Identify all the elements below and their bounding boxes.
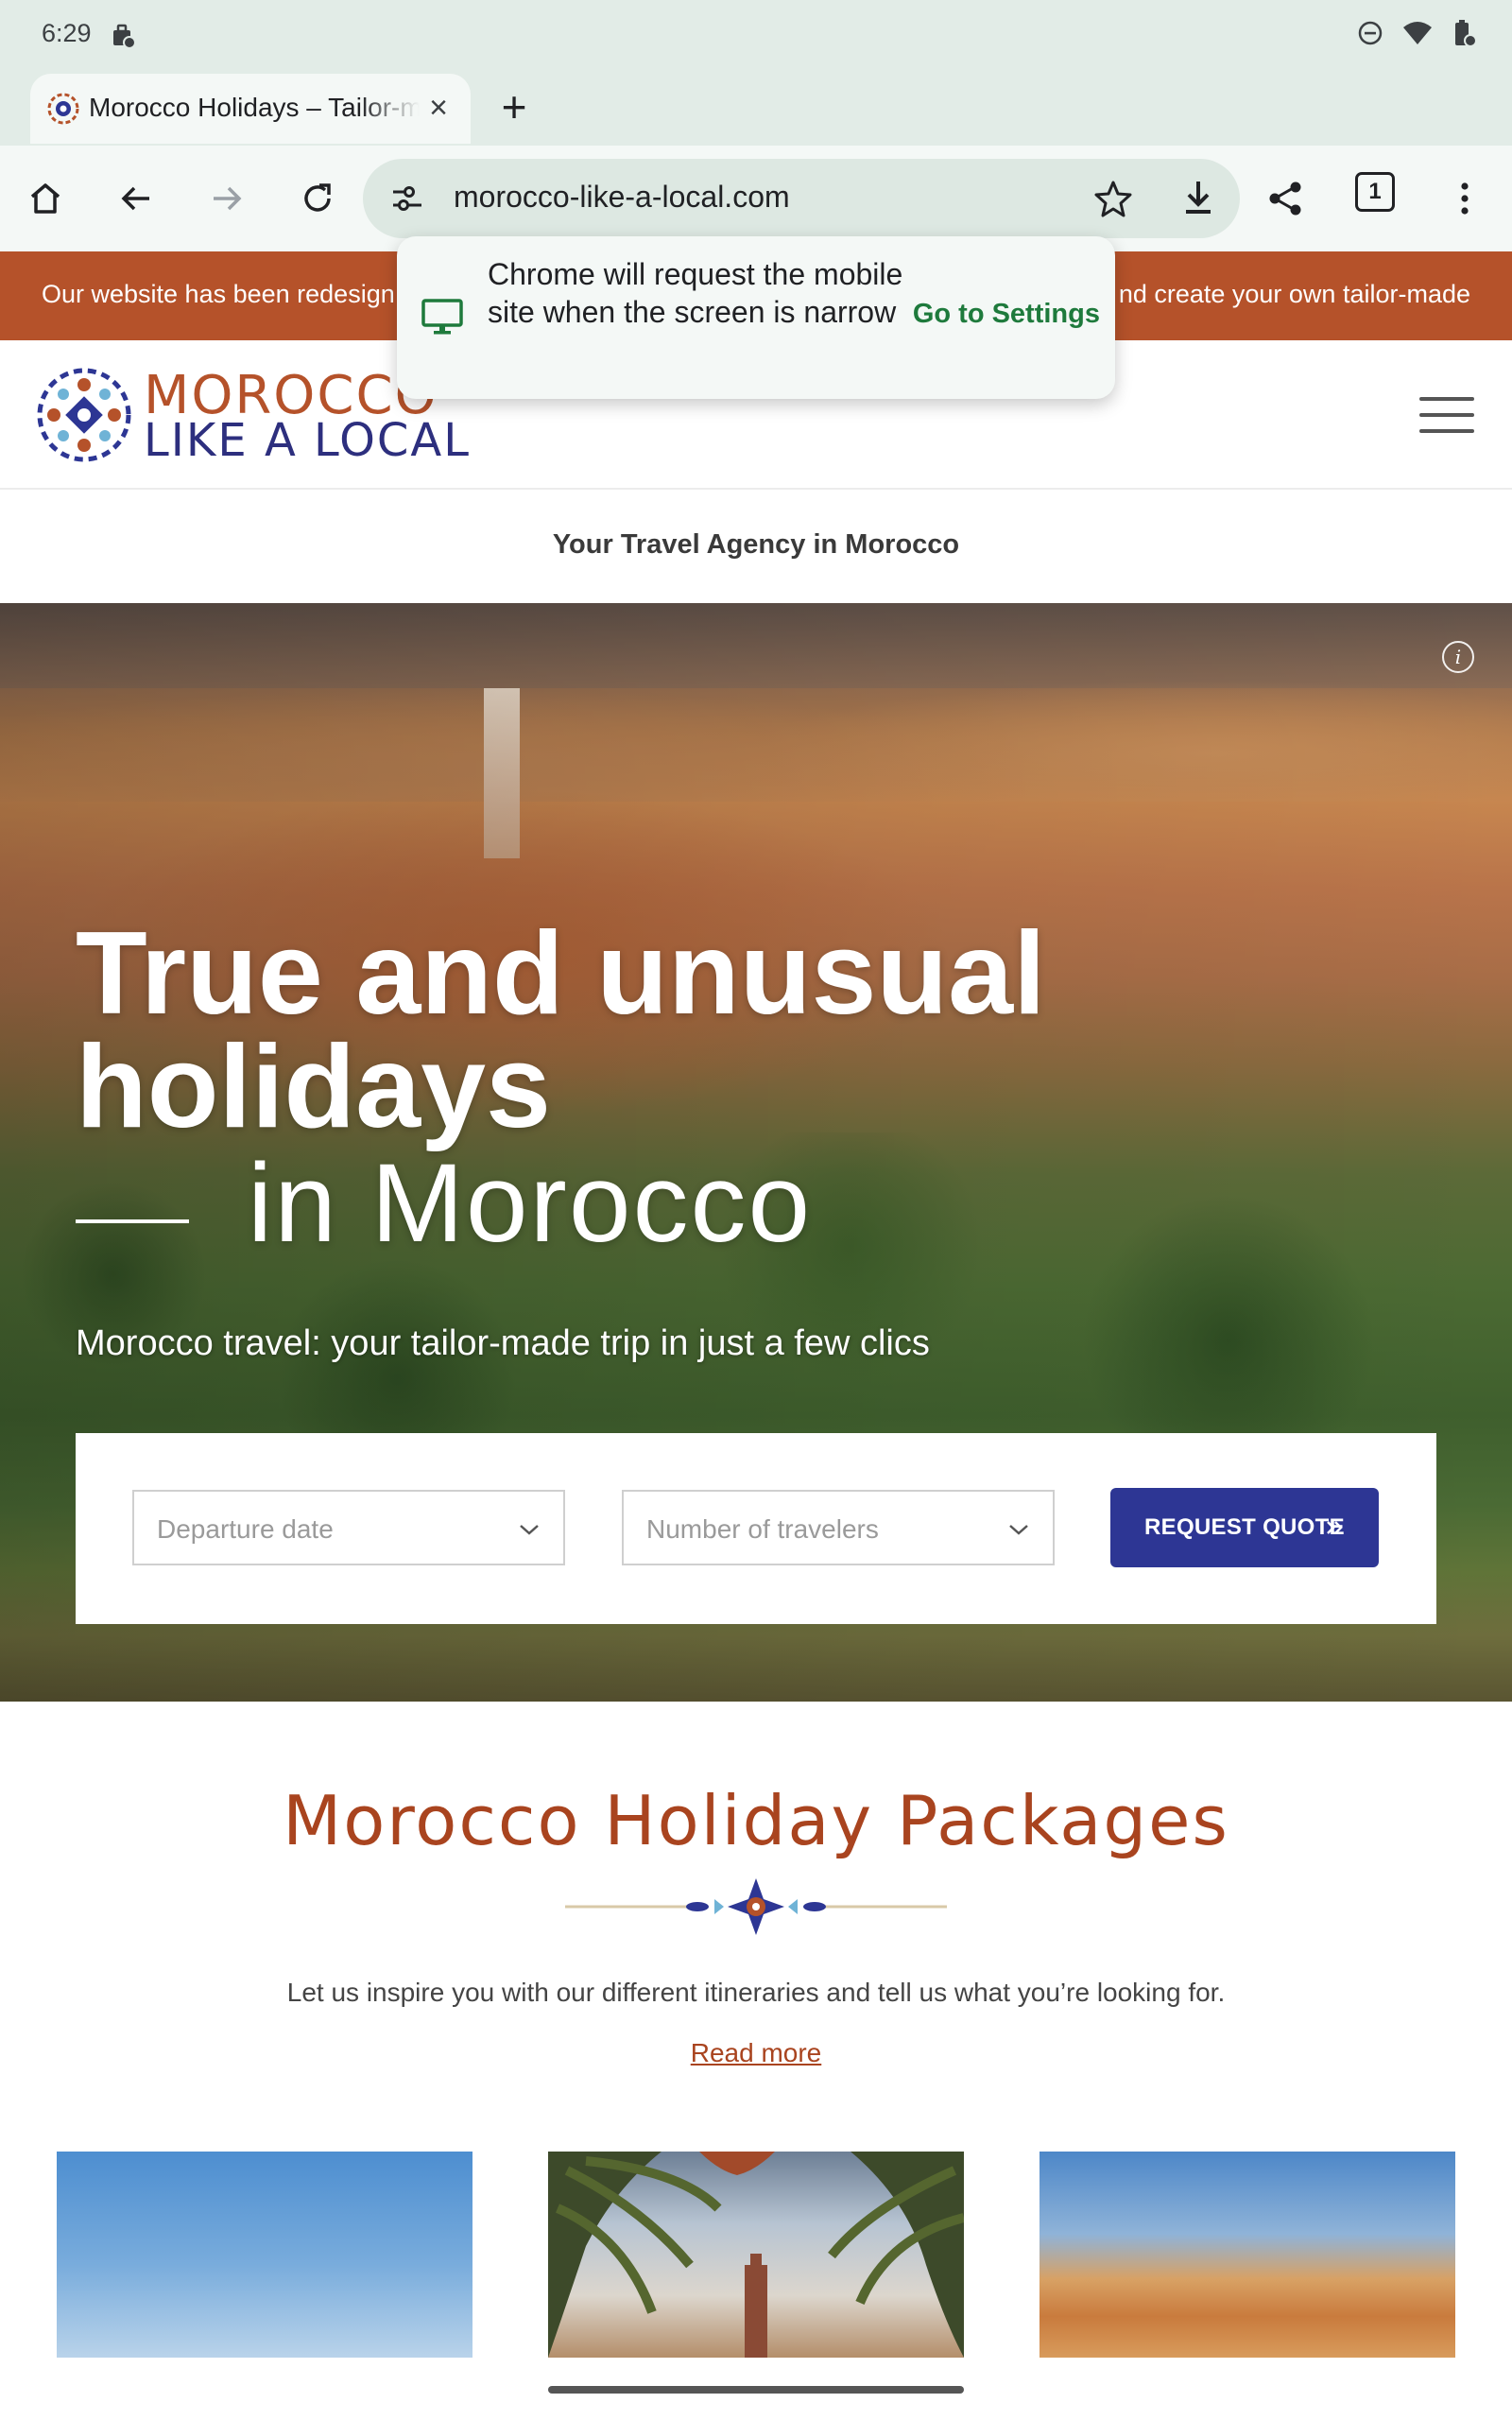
hamburger-menu-icon[interactable] bbox=[1419, 397, 1474, 433]
logo-text-like-a-local: LIKE A LOCAL bbox=[144, 414, 471, 467]
quote-form: Departure date Number of travelers REQUE… bbox=[76, 1433, 1436, 1624]
battery-icon bbox=[1452, 19, 1478, 52]
forward-icon[interactable] bbox=[200, 172, 253, 225]
chevron-down-icon bbox=[520, 1525, 539, 1535]
banner-text-left: Our website has been redesign bbox=[42, 280, 395, 308]
ornament-divider-icon bbox=[565, 1878, 947, 1935]
carousel-scroll-indicator[interactable] bbox=[548, 2386, 964, 2394]
packages-title: Morocco Holiday Packages bbox=[283, 1781, 1229, 1860]
home-icon[interactable] bbox=[19, 172, 72, 225]
read-more-link[interactable]: Read more bbox=[0, 2038, 1512, 2068]
palm-tree-image bbox=[548, 2152, 964, 2358]
tab-close-icon[interactable]: × bbox=[421, 89, 455, 127]
package-card-desert[interactable] bbox=[1040, 2152, 1455, 2358]
tab-strip: Morocco Holidays – Tailor-made × + bbox=[0, 68, 1512, 146]
favicon-icon bbox=[47, 93, 79, 125]
address-bar[interactable]: morocco-like-a-local.com bbox=[363, 159, 1240, 238]
double-chevron-right-icon bbox=[1327, 1521, 1343, 1534]
tune-icon[interactable] bbox=[389, 182, 425, 216]
status-bar: 6:29 bbox=[0, 0, 1512, 68]
desktop-site-popup: Chrome will request the mobile site when… bbox=[397, 236, 1115, 399]
agency-tagline: Your Travel Agency in Morocco bbox=[552, 529, 960, 560]
hero-title-line2: holidays bbox=[76, 1022, 552, 1152]
go-to-settings-button[interactable]: Go to Settings bbox=[913, 299, 1100, 330]
star-icon[interactable] bbox=[1092, 178, 1134, 219]
wifi-icon bbox=[1402, 20, 1433, 51]
work-profile-icon bbox=[113, 24, 136, 49]
logo-mosaic-icon[interactable] bbox=[36, 367, 132, 463]
departure-date-select[interactable]: Departure date bbox=[132, 1490, 565, 1565]
more-icon[interactable] bbox=[1438, 172, 1491, 225]
hero-section: i True and unusual holidays in Morocco M… bbox=[0, 603, 1512, 1702]
download-icon[interactable] bbox=[1177, 176, 1219, 219]
share-icon[interactable] bbox=[1259, 172, 1312, 225]
travelers-select[interactable]: Number of travelers bbox=[622, 1490, 1055, 1565]
package-card-marrakech[interactable] bbox=[548, 2152, 964, 2358]
new-tab-button[interactable]: + bbox=[491, 85, 537, 130]
request-quote-button[interactable]: REQUEST QUOTE bbox=[1110, 1488, 1379, 1567]
tab-title: Morocco Holidays – Tailor-made bbox=[89, 93, 420, 122]
popup-message: Chrome will request the mobile site when… bbox=[488, 257, 903, 329]
hero-subtitle: Morocco travel: your tailor-made trip in… bbox=[76, 1323, 930, 1363]
status-time: 6:29 bbox=[42, 19, 92, 47]
reload-icon[interactable] bbox=[291, 172, 344, 225]
dnd-icon bbox=[1357, 20, 1383, 51]
hero-dash bbox=[76, 1219, 189, 1223]
browser-tab[interactable]: Morocco Holidays – Tailor-made × bbox=[30, 74, 471, 144]
desktop-icon bbox=[421, 299, 463, 335]
chevron-down-icon bbox=[1009, 1525, 1028, 1535]
url-text: morocco-like-a-local.com bbox=[454, 180, 790, 214]
banner-text-right: nd create your own tailor-made bbox=[1118, 280, 1470, 308]
tagline-strip: Your Travel Agency in Morocco bbox=[0, 490, 1512, 603]
packages-description: Let us inspire you with our different it… bbox=[286, 1978, 1226, 2007]
hero-title-line3: in Morocco bbox=[248, 1141, 813, 1266]
info-icon[interactable]: i bbox=[1442, 641, 1474, 673]
hero-title-line1: True and unusual bbox=[76, 908, 1046, 1039]
back-icon[interactable] bbox=[110, 172, 163, 225]
package-card-sky[interactable] bbox=[57, 2152, 472, 2358]
tab-switcher-icon[interactable]: 1 bbox=[1355, 172, 1395, 212]
status-icons bbox=[1357, 19, 1478, 52]
